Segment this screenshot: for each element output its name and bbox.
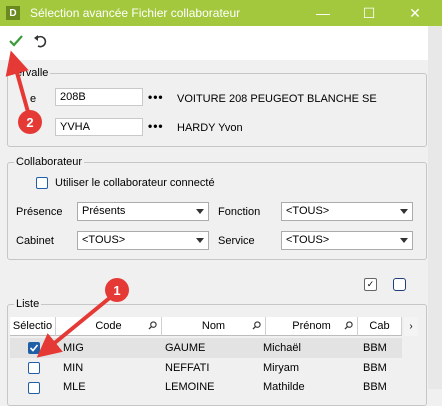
arrow-1 <box>36 294 114 358</box>
annotation-badge-1: 1 <box>105 278 129 302</box>
arrow-2 <box>5 50 30 113</box>
annotation-badge-2: 2 <box>18 110 42 134</box>
annotation-arrows <box>5 50 114 358</box>
